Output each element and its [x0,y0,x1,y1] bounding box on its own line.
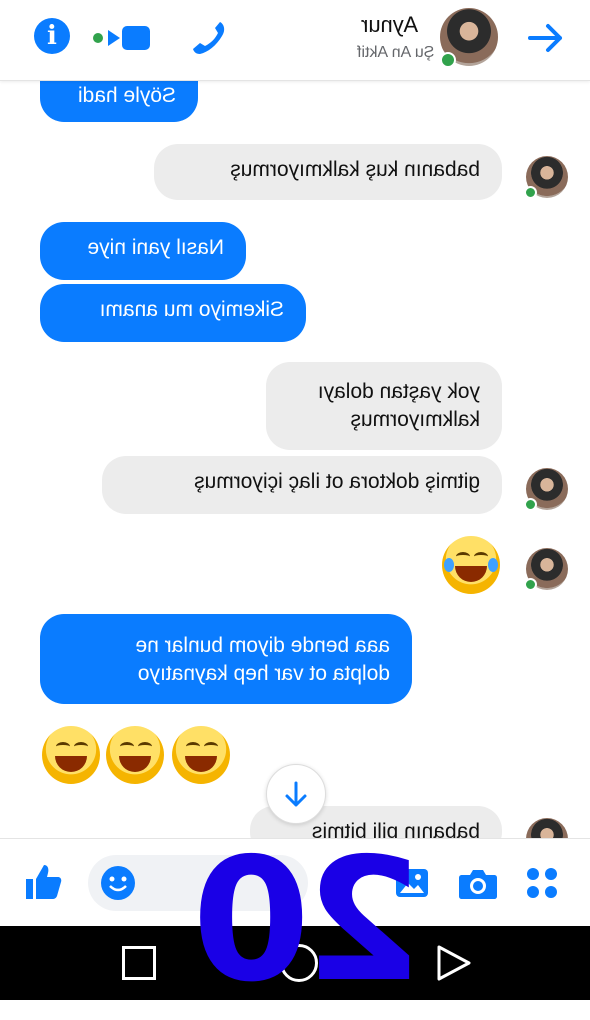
contact-name[interactable]: Aynur [361,12,418,38]
recents-button[interactable] [122,946,156,980]
message-bubble-sent[interactable]: Nasıl yani niye [40,222,246,280]
back-button[interactable] [436,944,472,982]
scroll-down-button[interactable] [266,764,326,824]
smiley-icon[interactable] [100,865,136,901]
like-icon[interactable] [22,861,64,903]
back-arrow-icon[interactable] [526,18,566,58]
message-bubble-sent[interactable]: aaa bende diyom bunlar ne dolpta ot var … [40,614,412,704]
grinning-squinting-face-emoji[interactable] [42,726,100,784]
chat-header: i Aynur Şu An Aktif [0,0,590,81]
online-indicator [440,52,456,68]
online-indicator [524,498,537,511]
face-with-tears-of-joy-emoji[interactable] [442,536,500,594]
video-call-icon[interactable] [92,24,152,52]
info-icon[interactable]: i [34,18,70,54]
overlay-number: 20 [198,822,423,1020]
arrow-down-icon [285,781,307,807]
message-bubble-received[interactable]: gitmiş doktora ot ilaç içiyormuş [102,456,502,514]
contact-status: Şu An Aktif [356,44,434,61]
message-bubble-sent[interactable]: Sikemiyo mu anamı [40,284,306,342]
phone-icon[interactable] [190,18,228,56]
camera-icon[interactable] [458,865,498,901]
apps-icon[interactable] [524,865,560,901]
online-indicator [524,578,537,591]
grinning-squinting-face-emoji[interactable] [106,726,164,784]
message-bubble-received[interactable]: yok yaştan dolayı kalkmıyormuş [266,362,502,450]
online-indicator [524,186,537,199]
grinning-squinting-face-emoji[interactable] [172,726,230,784]
message-bubble-received[interactable]: babanın kuş kalkmıyormuş [154,144,502,200]
